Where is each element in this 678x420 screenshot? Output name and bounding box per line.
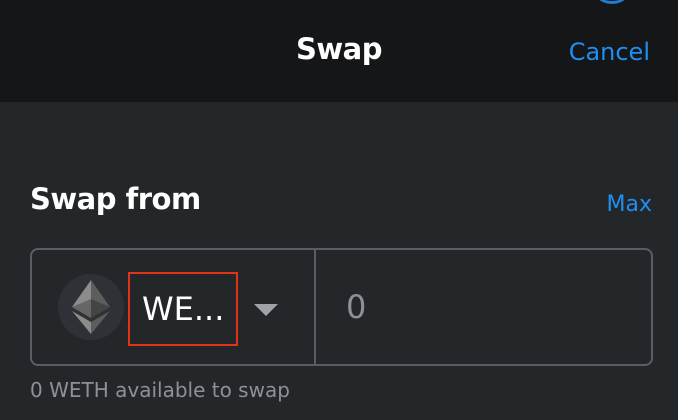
amount-input[interactable] [318, 250, 651, 364]
available-balance: 0 WETH available to swap [30, 378, 290, 402]
cancel-button[interactable]: Cancel [569, 38, 650, 66]
ethereum-icon [58, 274, 124, 340]
swap-from-box: WE... [30, 248, 653, 366]
token-selector[interactable]: WE... [32, 250, 314, 364]
chevron-down-icon [254, 304, 278, 316]
divider [314, 250, 316, 364]
account-indicator [590, 0, 634, 4]
token-symbol: WE... [128, 272, 238, 346]
swap-from-label: Swap from [30, 182, 201, 216]
header-bar: Swap Cancel [0, 0, 678, 102]
max-button[interactable]: Max [607, 192, 652, 217]
